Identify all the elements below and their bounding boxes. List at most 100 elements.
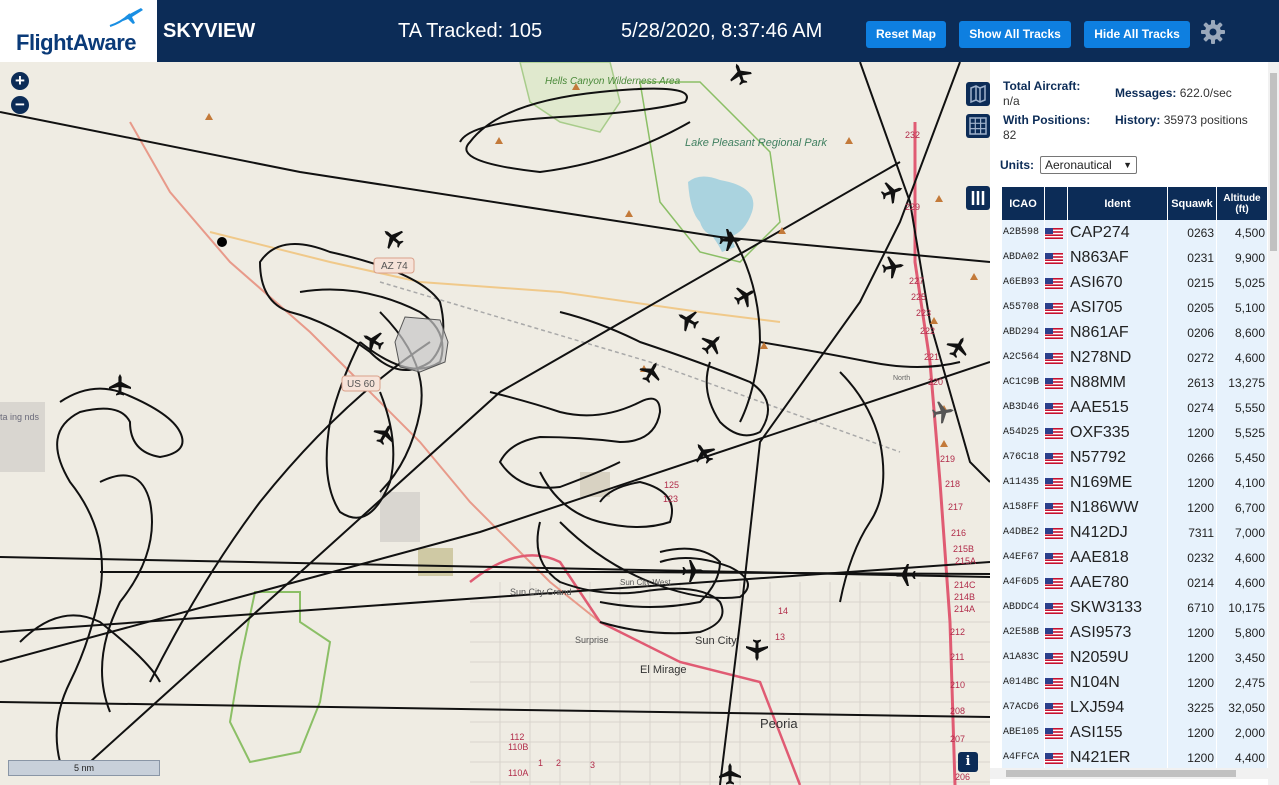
flightaware-logo[interactable]: FlightAware [0, 0, 157, 62]
us-flag-icon [1045, 552, 1063, 564]
table-row[interactable]: A6EB93 ASI670 0215 5,025 [1002, 270, 1267, 295]
table-row[interactable]: ABDDC4 SKW3133 6710 10,175 [1002, 595, 1267, 620]
squawk-cell: 2613 [1168, 370, 1216, 395]
aircraft-icon[interactable] [943, 331, 974, 362]
table-row[interactable]: A4F6D5 AAE780 0214 4,600 [1002, 570, 1267, 595]
aircraft-icon[interactable] [719, 229, 742, 251]
squawk-cell: 7311 [1168, 520, 1216, 545]
aircraft-icon[interactable] [880, 254, 906, 280]
units-select[interactable]: Aeronautical ▼ [1040, 156, 1137, 174]
icao-cell: A1A83C [1002, 645, 1044, 670]
reset-map-button[interactable]: Reset Map [866, 21, 946, 48]
aircraft-icon[interactable] [688, 437, 720, 468]
us-flag-icon [1045, 252, 1063, 264]
zoom-out-button[interactable]: − [11, 96, 29, 114]
altitude-cell: 32,050 [1217, 695, 1267, 720]
col-ident[interactable]: Ident [1068, 187, 1167, 220]
map-view[interactable]: 232 229 227 225 223 222 221 220 219 218 … [0, 62, 990, 785]
table-row[interactable]: A7ACD6 LXJ594 3225 32,050 [1002, 695, 1267, 720]
aircraft-icon[interactable] [878, 177, 907, 206]
table-row[interactable]: A4FFCA N421ER 1200 4,400 [1002, 745, 1267, 770]
chevron-down-icon: ▼ [1123, 160, 1132, 170]
plus-icon: + [15, 71, 25, 90]
hide-all-tracks-button[interactable]: Hide All Tracks [1084, 21, 1190, 48]
grid-button[interactable] [966, 114, 990, 138]
ident-cell: N169ME [1068, 470, 1167, 495]
table-row[interactable]: A4DBE2 N412DJ 7311 7,000 [1002, 520, 1267, 545]
vertical-scroll-thumb[interactable] [1270, 73, 1277, 251]
ident-cell: N88MM [1068, 370, 1167, 395]
squawk-cell: 0205 [1168, 295, 1216, 320]
icao-cell: A4F6D5 [1002, 570, 1044, 595]
horizontal-scroll-thumb[interactable] [1006, 770, 1236, 777]
icao-cell: ABDDC4 [1002, 595, 1044, 620]
info-button[interactable]: i [958, 752, 978, 772]
col-squawk[interactable]: Squawk [1168, 187, 1216, 220]
aircraft-icon[interactable] [357, 325, 388, 356]
aircraft-icon[interactable] [636, 356, 667, 387]
altitude-cell: 10,175 [1217, 595, 1267, 620]
aircraft-icon[interactable] [377, 222, 409, 254]
flag-cell [1045, 545, 1067, 570]
flag-cell [1045, 520, 1067, 545]
altitude-cell: 5,100 [1217, 295, 1267, 320]
table-row[interactable]: A2E58B ASI9573 1200 5,800 [1002, 620, 1267, 645]
ident-cell: LXJ594 [1068, 695, 1167, 720]
show-all-tracks-button[interactable]: Show All Tracks [959, 21, 1071, 48]
aircraft-icon[interactable] [725, 62, 754, 88]
aircraft-icon[interactable] [109, 374, 131, 396]
with-positions-label: With Positions: [1003, 113, 1091, 127]
altitude-cell: 5,025 [1217, 270, 1267, 295]
flag-cell [1045, 470, 1067, 495]
flag-cell [1045, 220, 1067, 245]
table-row[interactable]: A76C18 N57792 0266 5,450 [1002, 445, 1267, 470]
squawk-cell: 1200 [1168, 470, 1216, 495]
basemap-button[interactable] [966, 82, 990, 106]
aircraft-icon[interactable] [682, 560, 705, 582]
icao-cell: A158FF [1002, 495, 1044, 520]
altitude-cell: 5,525 [1217, 420, 1267, 445]
aircraft-icon[interactable] [696, 328, 728, 360]
altitude-cell: 4,500 [1217, 220, 1267, 245]
zoom-in-button[interactable]: + [11, 72, 29, 90]
table-row[interactable]: A4EF67 AAE818 0232 4,600 [1002, 545, 1267, 570]
table-row[interactable]: A158FF N186WW 1200 6,700 [1002, 495, 1267, 520]
table-row[interactable]: ABD294 N861AF 0206 8,600 [1002, 320, 1267, 345]
col-icao[interactable]: ICAO [1002, 187, 1044, 220]
table-row[interactable]: A2B598 CAP274 0263 4,500 [1002, 220, 1267, 245]
map-scale: 5 nm [8, 760, 160, 776]
table-row[interactable]: A014BC N104N 1200 2,475 [1002, 670, 1267, 695]
gear-icon[interactable] [1200, 19, 1226, 45]
altitude-cell: 4,600 [1217, 570, 1267, 595]
aircraft-panel: Total Aircraft: n/a With Positions: 82 M… [990, 62, 1279, 785]
altitude-cell: 13,275 [1217, 370, 1267, 395]
us-flag-icon [1045, 427, 1063, 439]
aircraft-icon[interactable] [746, 639, 768, 662]
aircraft-icon[interactable] [370, 418, 401, 449]
table-row[interactable]: AB3D46 AAE515 0274 5,550 [1002, 395, 1267, 420]
us-flag-icon [1045, 227, 1063, 239]
table-row[interactable]: A55708 ASI705 0205 5,100 [1002, 295, 1267, 320]
ident-cell: N412DJ [1068, 520, 1167, 545]
icao-cell: ABE105 [1002, 720, 1044, 745]
table-row[interactable]: A1A83C N2059U 1200 3,450 [1002, 645, 1267, 670]
col-flag[interactable] [1045, 187, 1067, 220]
table-row[interactable]: ABE105 ASI155 1200 2,000 [1002, 720, 1267, 745]
aircraft-icon[interactable] [730, 280, 761, 311]
table-row[interactable]: AC1C9B N88MM 2613 13,275 [1002, 370, 1267, 395]
columns-button[interactable] [966, 186, 990, 210]
aircraft-icon-selected[interactable] [930, 399, 956, 425]
units-value: Aeronautical [1045, 158, 1112, 172]
icao-cell: A014BC [1002, 670, 1044, 695]
aircraft-icon[interactable] [719, 763, 741, 785]
table-row[interactable]: A2C564 N278ND 0272 4,600 [1002, 345, 1267, 370]
icao-cell: ABD294 [1002, 320, 1044, 345]
table-row[interactable]: A11435 N169ME 1200 4,100 [1002, 470, 1267, 495]
us-flag-icon [1045, 377, 1063, 389]
col-altitude[interactable]: Altitude (ft) [1217, 187, 1267, 220]
table-row[interactable]: ABDA02 N863AF 0231 9,900 [1002, 245, 1267, 270]
table-row[interactable]: A54D25 OXF335 1200 5,525 [1002, 420, 1267, 445]
aircraft-icon[interactable] [894, 564, 916, 586]
flag-cell [1045, 320, 1067, 345]
aircraft-icon[interactable] [672, 304, 703, 335]
